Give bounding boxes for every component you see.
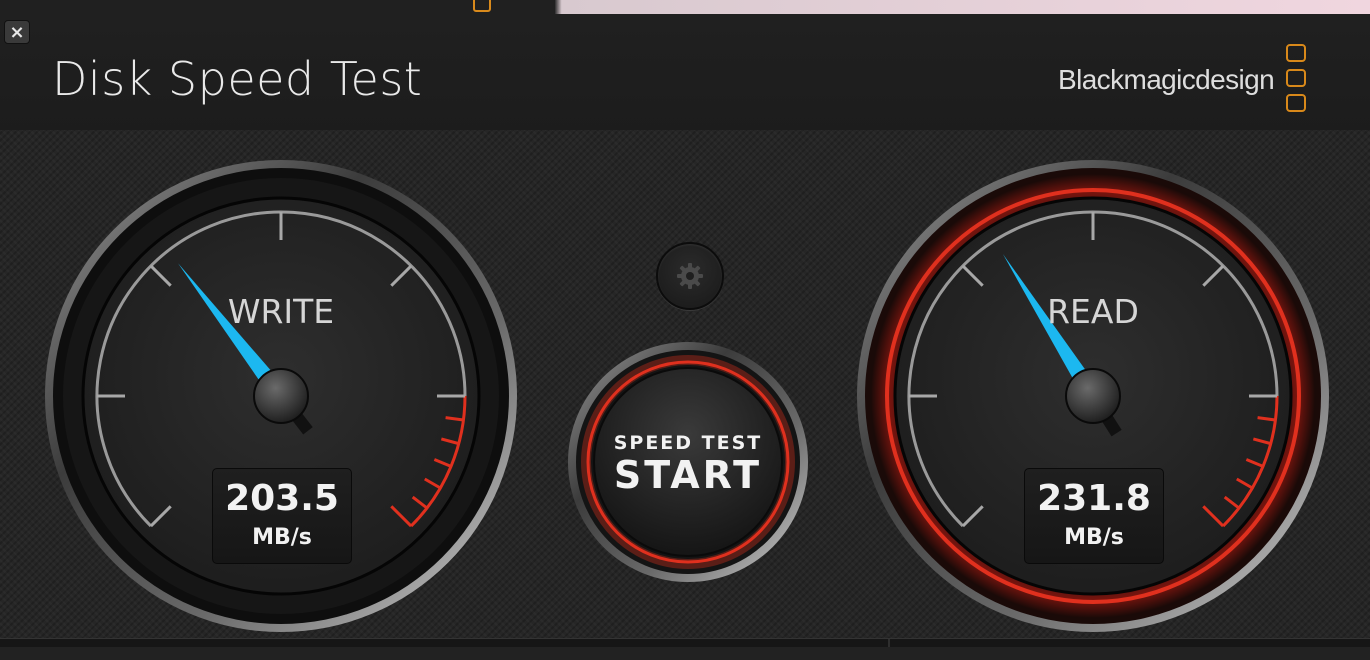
window-footer [0,638,1370,647]
read-label: READ [1047,292,1139,331]
read-hub [1065,368,1121,424]
write-hub [253,368,309,424]
write-unit: MB/s [252,525,312,550]
write-value: 203.5 [225,478,339,519]
read-readout: 231.8 MB/s [1024,468,1164,564]
write-label: WRITE [227,292,335,331]
write-readout: 203.5 MB/s [212,468,352,564]
read-unit: MB/s [1064,525,1124,550]
speed-test-text: SPEED TEST [613,432,763,454]
start-button-label[interactable]: SPEED TEST START [568,432,808,496]
gear-icon [677,263,703,289]
settings-button[interactable] [656,242,724,310]
read-value: 231.8 [1037,478,1151,519]
start-text: START [613,453,763,497]
